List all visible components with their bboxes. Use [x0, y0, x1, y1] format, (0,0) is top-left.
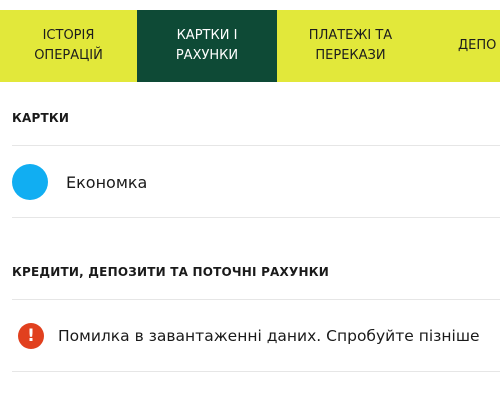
card-name: Економка — [66, 172, 148, 192]
error-message: Помилка в завантаженні даних. Спробуйте … — [58, 327, 480, 345]
tab-payments-and-transfers[interactable]: ПЛАТЕЖІ ТА ПЕРЕКАЗИ — [277, 10, 424, 82]
accounts-error: ! Помилка в завантаженні даних. Спробуйт… — [18, 319, 480, 353]
cards-section-title: КАРТКИ — [12, 111, 70, 125]
tab-operations-history[interactable]: ІСТОРІЯ ОПЕРАЦІЙ — [0, 10, 137, 82]
tab-deposits[interactable]: ДЕПО — [424, 10, 500, 82]
accounts-section-title: КРЕДИТИ, ДЕПОЗИТИ ТА ПОТОЧНІ РАХУНКИ — [12, 265, 329, 279]
tab-bar: ІСТОРІЯ ОПЕРАЦІЙ КАРТКИ І РАХУНКИ ПЛАТЕЖ… — [0, 10, 500, 82]
divider — [12, 217, 500, 218]
divider — [12, 299, 500, 300]
error-icon: ! — [18, 323, 44, 349]
card-color-icon — [12, 164, 48, 200]
card-item-ekonomka[interactable]: Економка — [12, 146, 500, 218]
divider — [12, 371, 500, 372]
tab-cards-and-accounts[interactable]: КАРТКИ І РАХУНКИ — [137, 10, 277, 82]
